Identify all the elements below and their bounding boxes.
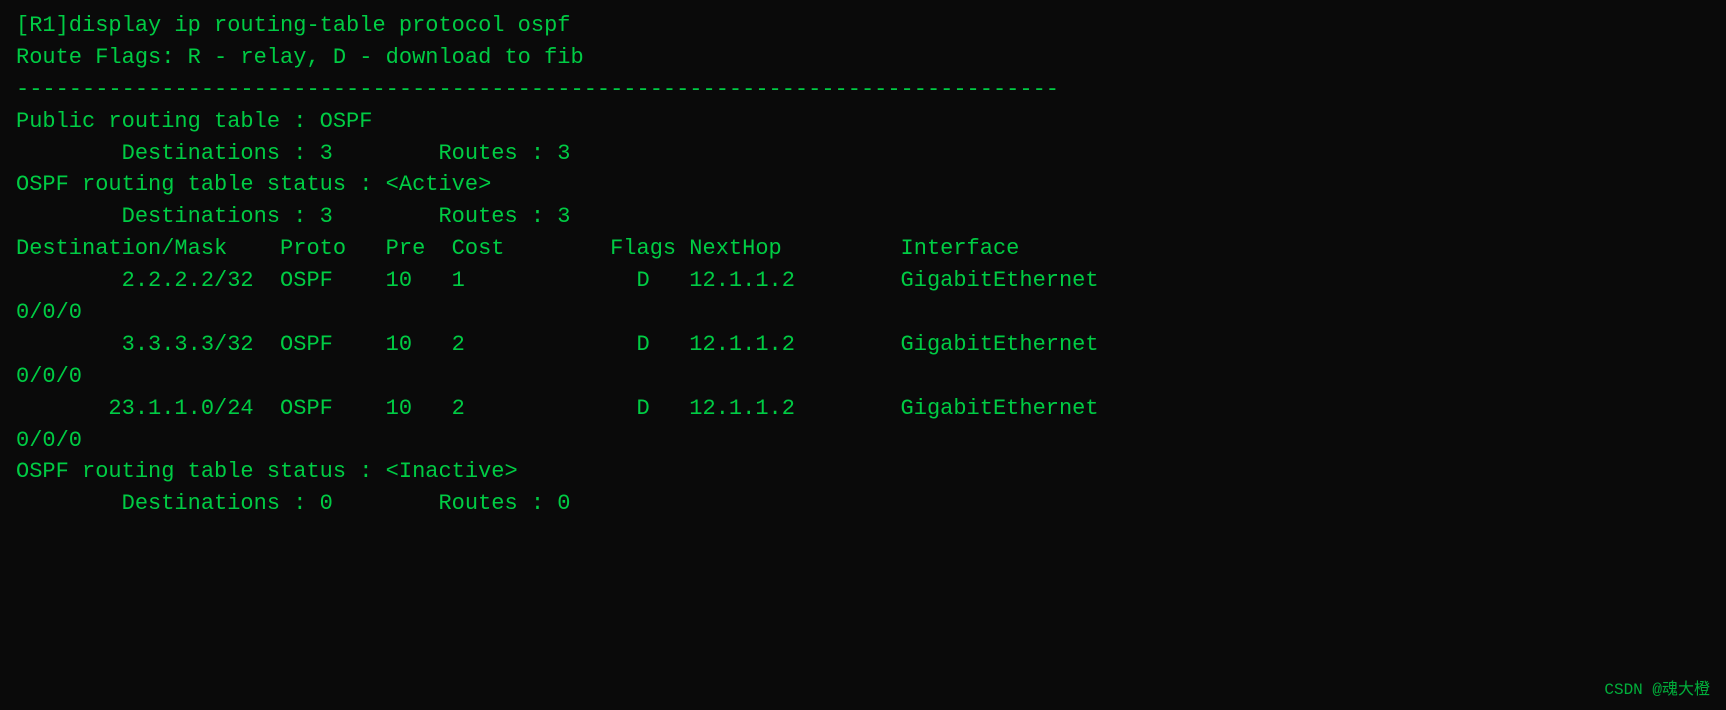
terminal-line: Destination/Mask Proto Pre Cost Flags Ne… — [16, 233, 1710, 265]
terminal-line: 2.2.2.2/32 OSPF 10 1 D 12.1.1.2 GigabitE… — [16, 265, 1710, 297]
terminal-line: 23.1.1.0/24 OSPF 10 2 D 12.1.1.2 Gigabit… — [16, 393, 1710, 425]
terminal-line: 3.3.3.3/32 OSPF 10 2 D 12.1.1.2 GigabitE… — [16, 329, 1710, 361]
terminal-line: OSPF routing table status : <Active> — [16, 169, 1710, 201]
terminal-line: OSPF routing table status : <Inactive> — [16, 456, 1710, 488]
terminal-line: Route Flags: R - relay, D - download to … — [16, 42, 1710, 74]
terminal-output: [R1]display ip routing-table protocol os… — [16, 10, 1710, 520]
terminal-line: Destinations : 3 Routes : 3 — [16, 201, 1710, 233]
terminal-line: Destinations : 0 Routes : 0 — [16, 488, 1710, 520]
terminal-line: ----------------------------------------… — [16, 74, 1710, 106]
terminal-line: 0/0/0 — [16, 361, 1710, 393]
terminal-line: Destinations : 3 Routes : 3 — [16, 138, 1710, 170]
terminal-line: 0/0/0 — [16, 297, 1710, 329]
watermark-label: CSDN @魂大橙 — [1604, 679, 1710, 702]
terminal-line: Public routing table : OSPF — [16, 106, 1710, 138]
terminal-line: 0/0/0 — [16, 425, 1710, 457]
terminal-line: [R1]display ip routing-table protocol os… — [16, 10, 1710, 42]
